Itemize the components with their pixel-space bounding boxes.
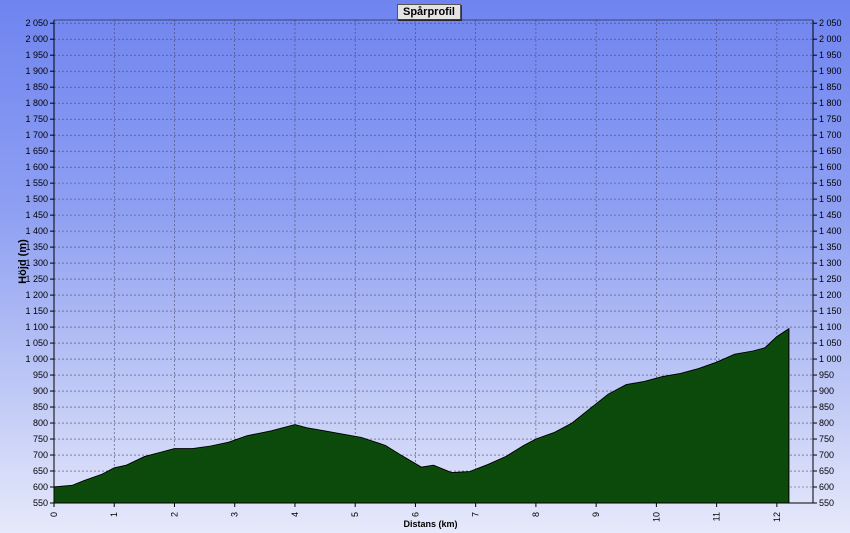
y-tick-label-right: 1 550 [819, 178, 842, 188]
x-tick-label: 3 [230, 512, 240, 517]
y-tick-label-left: 750 [33, 434, 48, 444]
y-tick-label-right: 900 [819, 386, 834, 396]
y-tick-label-left: 1 400 [25, 226, 48, 236]
y-tick-label-left: 1 000 [25, 354, 48, 364]
y-tick-label-right: 1 100 [819, 322, 842, 332]
y-tick-label-left: 1 900 [25, 66, 48, 76]
x-axis-title: Distans (km) [403, 519, 457, 529]
elevation-area [53, 327, 790, 504]
x-tick-label: 6 [410, 512, 420, 517]
y-tick-label-right: 2 000 [819, 34, 842, 44]
y-tick-label-right: 1 700 [819, 130, 842, 140]
elevation-chart: 550 550600 600650 650700 700750 750800 800850 8… [17, 18, 842, 529]
y-tick-label-left: 1 750 [25, 114, 48, 124]
y-tick-label-left: 1 500 [25, 194, 48, 204]
y-tick-label-right: 1 750 [819, 114, 842, 124]
y-tick-label-left: 650 [33, 466, 48, 476]
x-tick-label: 4 [290, 512, 300, 517]
y-tick-label-right: 700 [819, 450, 834, 460]
y-tick-label-left: 1 650 [25, 146, 48, 156]
x-tick-label: 7 [471, 512, 481, 517]
y-tick-label-left: 1 550 [25, 178, 48, 188]
y-tick-label-right: 1 600 [819, 162, 842, 172]
y-tick-label-left: 1 450 [25, 210, 48, 220]
y-tick-label-right: 1 500 [819, 194, 842, 204]
y-tick-label-right: 1 800 [819, 98, 842, 108]
y-tick-label-right: 750 [819, 434, 834, 444]
y-tick-label-right: 650 [819, 466, 834, 476]
y-tick-label-right: 1 450 [819, 210, 842, 220]
y-tick-label-right: 1 150 [819, 306, 842, 316]
y-tick-label-left: 850 [33, 402, 48, 412]
y-tick-label-left: 1 700 [25, 130, 48, 140]
x-tick-label: 10 [651, 512, 661, 522]
x-tick-label: 11 [712, 512, 722, 521]
y-tick-label-left: 1 200 [25, 290, 48, 300]
y-tick-label-left: 2 050 [25, 18, 48, 28]
y-tick-label-left: 1 850 [25, 82, 48, 92]
y-tick-label-left: 950 [33, 370, 48, 380]
y-tick-label-right: 800 [819, 418, 834, 428]
x-tick-label: 1 [109, 512, 119, 517]
y-tick-label-left: 1 800 [25, 98, 48, 108]
y-tick-label-left: 800 [33, 418, 48, 428]
x-tick-label: 5 [350, 512, 360, 517]
y-tick-label-left: 600 [33, 482, 48, 492]
y-tick-label-right: 600 [819, 482, 834, 492]
y-axis-title: Höjd (m) [17, 239, 29, 284]
y-tick-label-left: 1 050 [25, 338, 48, 348]
y-tick-label-right: 1 350 [819, 242, 842, 252]
y-tick-label-right: 950 [819, 370, 834, 380]
y-tick-label-left: 1 600 [25, 162, 48, 172]
y-tick-label-right: 1 950 [819, 50, 842, 60]
y-tick-label-left: 1 150 [25, 306, 48, 316]
x-tick-label: 2 [169, 512, 179, 517]
x-tick-label: 8 [531, 512, 541, 517]
x-tick-label: 12 [772, 512, 782, 522]
x-tick-label: 0 [49, 512, 59, 517]
y-tick-label-left: 1 100 [25, 322, 48, 332]
y-tick-label-right: 2 050 [819, 18, 842, 28]
y-tick-label-right: 1 250 [819, 274, 842, 284]
y-tick-label-left: 2 000 [25, 34, 48, 44]
y-tick-label-left: 1 950 [25, 50, 48, 60]
y-tick-label-left: 700 [33, 450, 48, 460]
y-tick-label-right: 1 300 [819, 258, 842, 268]
y-tick-label-right: 1 850 [819, 82, 842, 92]
x-tick-label: 9 [591, 512, 601, 517]
y-tick-label-right: 850 [819, 402, 834, 412]
y-tick-label-right: 1 900 [819, 66, 842, 76]
y-tick-label-right: 1 650 [819, 146, 842, 156]
y-tick-label-right: 1 000 [819, 354, 842, 364]
y-tick-label-right: 1 200 [819, 290, 842, 300]
y-tick-label-left: 900 [33, 386, 48, 396]
y-tick-label-right: 1 050 [819, 338, 842, 348]
y-tick-label-right: 550 [819, 498, 834, 508]
y-tick-label-left: 550 [33, 498, 48, 508]
y-tick-label-right: 1 400 [819, 226, 842, 236]
